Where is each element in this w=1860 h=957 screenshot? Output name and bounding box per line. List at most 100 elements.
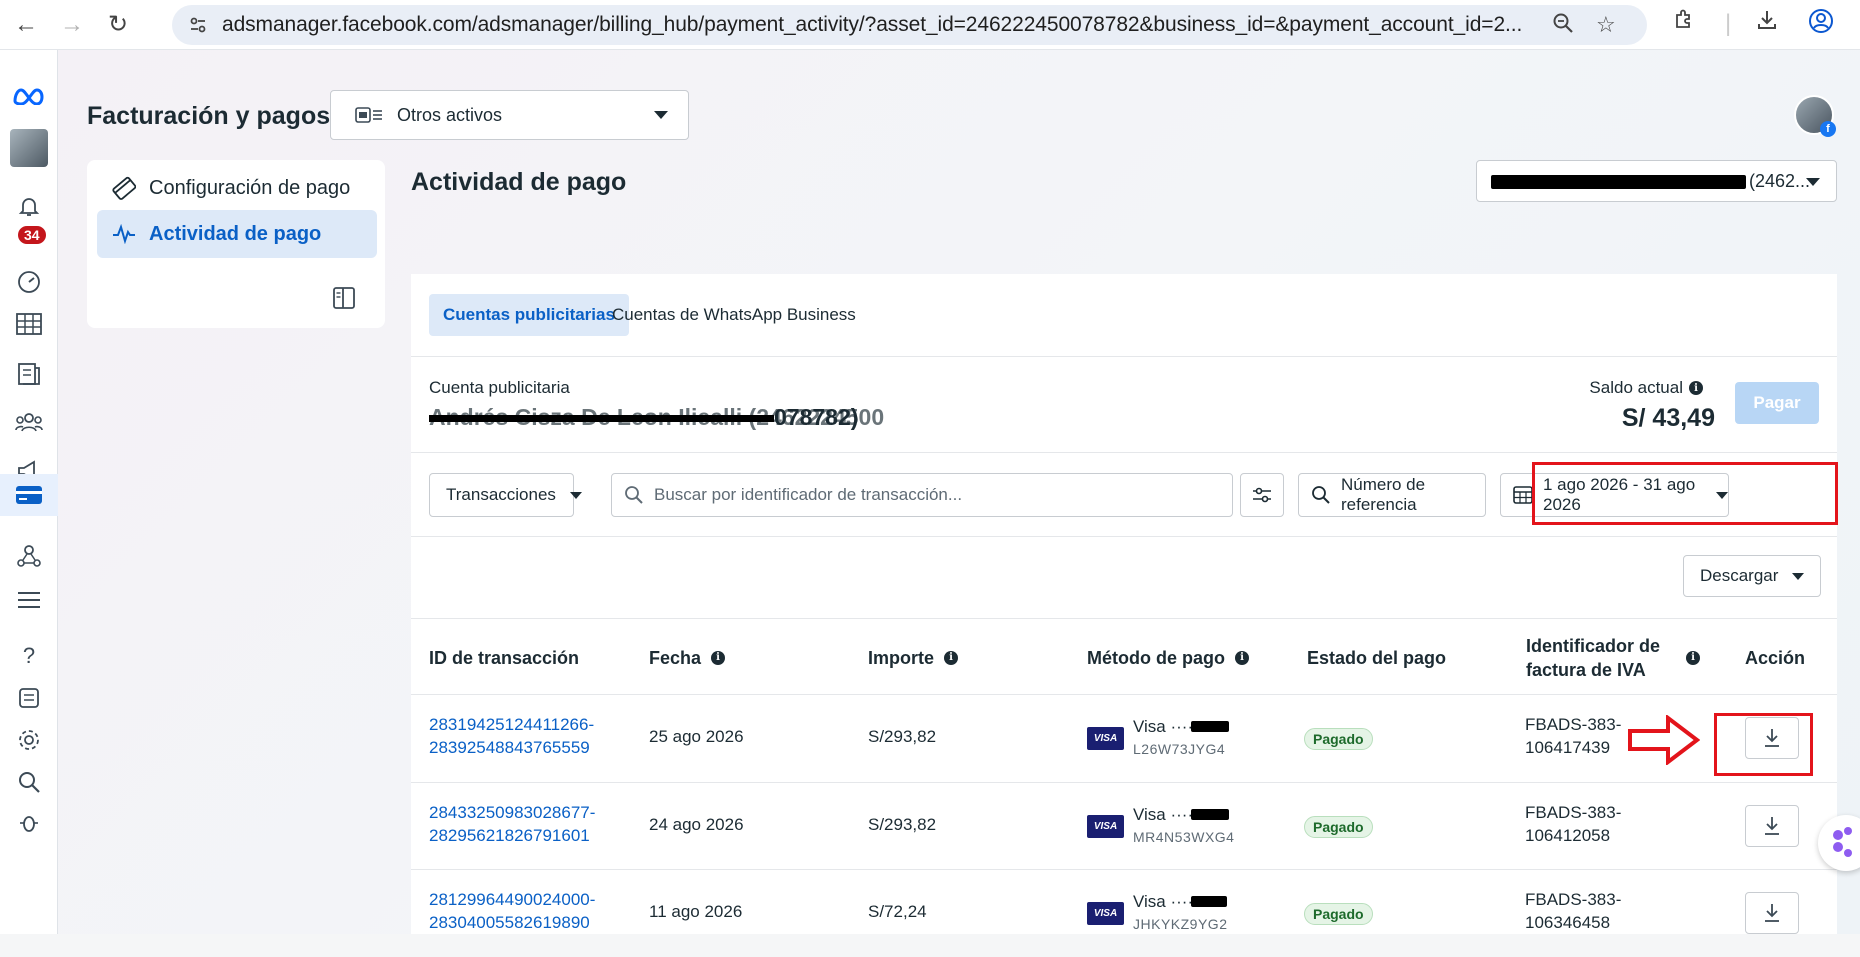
briefcase-icon <box>355 106 383 124</box>
extensions-icon[interactable] <box>1672 8 1696 39</box>
header-payment-method[interactable]: Método de pago i <box>1087 646 1249 670</box>
browser-toolbar: ← → ↻ adsmanager.facebook.com/adsmanager… <box>0 0 1860 50</box>
download-invoice-button[interactable] <box>1745 892 1799 934</box>
date-cell: 11 ago 2026 <box>649 902 743 921</box>
header-transaction-id: ID de transacción <box>429 646 579 670</box>
menu-item-label: Configuración de pago <box>149 176 351 199</box>
redacted-card-digits <box>1191 896 1227 907</box>
transaction-id-link[interactable]: 28319425124411266- 28392548843765559 <box>429 713 594 759</box>
vat-invoice-line: 106346458 <box>1525 913 1611 932</box>
address-bar[interactable]: adsmanager.facebook.com/adsmanager/billi… <box>172 5 1647 45</box>
credit-card-icon <box>111 176 137 200</box>
reference-number-search[interactable]: Número de referencia <box>1298 473 1486 517</box>
toolbar-divider: | <box>1725 10 1732 37</box>
redacted-card-digits <box>1191 721 1229 732</box>
payment-account-selector[interactable]: (2462... <box>1476 160 1837 202</box>
search-icon <box>1311 485 1331 505</box>
transaction-id-line: 28392548843765559 <box>429 738 590 757</box>
header-label: Estado del pago <box>1307 648 1447 668</box>
header-label: Identificador de factura de IVA <box>1526 636 1661 680</box>
table-row: 28129964490024000- 28304005582619890 11 … <box>411 869 1837 957</box>
transaction-id-link[interactable]: 28129964490024000- 28304005582619890 <box>429 888 595 934</box>
forward-arrow-icon[interactable]: → <box>52 5 92 45</box>
transactions-filter-dropdown[interactable]: Transacciones <box>429 473 582 517</box>
chevron-down-icon <box>1806 178 1820 186</box>
info-icon[interactable]: i <box>711 651 726 665</box>
billing-menu: Configuración de pago Actividad de pago <box>87 160 385 328</box>
search-icon[interactable] <box>0 762 58 802</box>
amount-cell: S/72,24 <box>868 902 927 921</box>
settings-gear-icon[interactable] <box>0 720 58 760</box>
news-feed-icon[interactable] <box>0 678 58 718</box>
tab-whatsapp-accounts[interactable]: Cuentas de WhatsApp Business <box>598 294 870 336</box>
zoom-icon[interactable] <box>1552 12 1574 40</box>
header-payment-status: Estado del pago <box>1307 646 1446 670</box>
transaction-id-line: 28304005582619890 <box>429 913 590 932</box>
transaction-search-input[interactable]: Buscar por identificador de transacción.… <box>611 473 1233 517</box>
download-icon <box>1761 815 1783 837</box>
vat-invoice-id: FBADS-383- 106346458 <box>1525 888 1621 934</box>
header-date[interactable]: Fecha i <box>649 646 726 670</box>
visa-card-icon: VISA <box>1087 815 1124 838</box>
transaction-id-link[interactable]: 28433250983028677- 28295621826791601 <box>429 801 595 847</box>
facebook-badge-icon: f <box>1820 121 1836 137</box>
transaction-id-line: 28433250983028677- <box>429 803 596 822</box>
assistant-floating-button[interactable] <box>1818 815 1860 871</box>
header-vat-invoice-id[interactable]: Identificador de factura de IVA i <box>1526 634 1716 682</box>
asset-selector-dropdown[interactable]: Otros activos <box>330 90 689 140</box>
bug-report-icon[interactable] <box>0 802 58 842</box>
header-amount[interactable]: Importe i <box>868 646 959 670</box>
status-badge: Pagado <box>1304 816 1373 838</box>
back-arrow-icon[interactable]: ← <box>6 5 46 45</box>
divider <box>411 618 1837 619</box>
info-icon[interactable]: i <box>1235 651 1249 665</box>
collapse-sidebar-icon[interactable] <box>332 286 356 310</box>
profile-icon[interactable] <box>1808 8 1834 41</box>
redacted-account-name <box>1491 175 1746 189</box>
info-icon[interactable]: i <box>1686 651 1700 665</box>
redaction-strike <box>429 415 774 422</box>
menu-item-payment-settings[interactable]: Configuración de pago <box>97 164 377 212</box>
page-title: Facturación y pagos <box>87 102 331 130</box>
date-cell: 24 ago 2026 <box>649 815 744 834</box>
billing-card-icon[interactable] <box>0 474 58 516</box>
search-icon <box>624 485 644 505</box>
catalog-pages-icon[interactable] <box>0 354 58 394</box>
events-manager-icon[interactable] <box>0 536 58 576</box>
reload-icon[interactable]: ↻ <box>98 5 138 45</box>
highlight-box-date-range <box>1532 462 1838 525</box>
info-icon[interactable]: i <box>1689 381 1703 395</box>
help-question-icon[interactable]: ? <box>0 636 58 676</box>
notifications-bell-icon[interactable] <box>0 186 58 226</box>
sliders-icon <box>1252 486 1272 504</box>
filter-settings-button[interactable] <box>1240 473 1284 517</box>
info-icon[interactable]: i <box>944 651 959 665</box>
header-label: Importe <box>868 648 935 668</box>
account-avatar[interactable]: f <box>1794 95 1836 137</box>
download-dropdown[interactable]: Descargar <box>1683 555 1821 597</box>
menu-item-payment-activity[interactable]: Actividad de pago <box>97 210 377 258</box>
audiences-people-icon[interactable] <box>0 402 58 442</box>
downloads-icon[interactable] <box>1755 8 1779 39</box>
header-label: Acción <box>1745 648 1806 668</box>
dashboard-gauge-icon[interactable] <box>0 262 58 302</box>
payment-method-name: Visa ···· <box>1133 717 1194 736</box>
site-settings-icon[interactable] <box>186 13 210 37</box>
header-action: Acción <box>1745 646 1805 670</box>
bookmark-star-icon[interactable]: ☆ <box>1596 12 1616 38</box>
table-grid-icon[interactable] <box>0 304 58 344</box>
divider <box>411 536 1837 537</box>
pay-button[interactable]: Pagar <box>1735 382 1819 424</box>
notification-count-badge: 34 <box>16 224 48 246</box>
user-avatar[interactable] <box>0 128 58 168</box>
activity-pulse-icon <box>111 224 137 244</box>
payment-method-code: MR4N53WXG4 <box>1133 829 1235 845</box>
meta-logo-icon[interactable] <box>0 76 58 116</box>
url-text[interactable]: adsmanager.facebook.com/adsmanager/billi… <box>222 13 1562 37</box>
menu-hamburger-icon[interactable] <box>0 580 58 620</box>
download-invoice-button[interactable] <box>1745 805 1799 847</box>
divider <box>411 356 1837 357</box>
vat-invoice-line: 106417439 <box>1525 738 1611 757</box>
payment-method-code: L26W73JYG4 <box>1133 741 1226 757</box>
visa-card-icon: VISA <box>1087 727 1124 750</box>
